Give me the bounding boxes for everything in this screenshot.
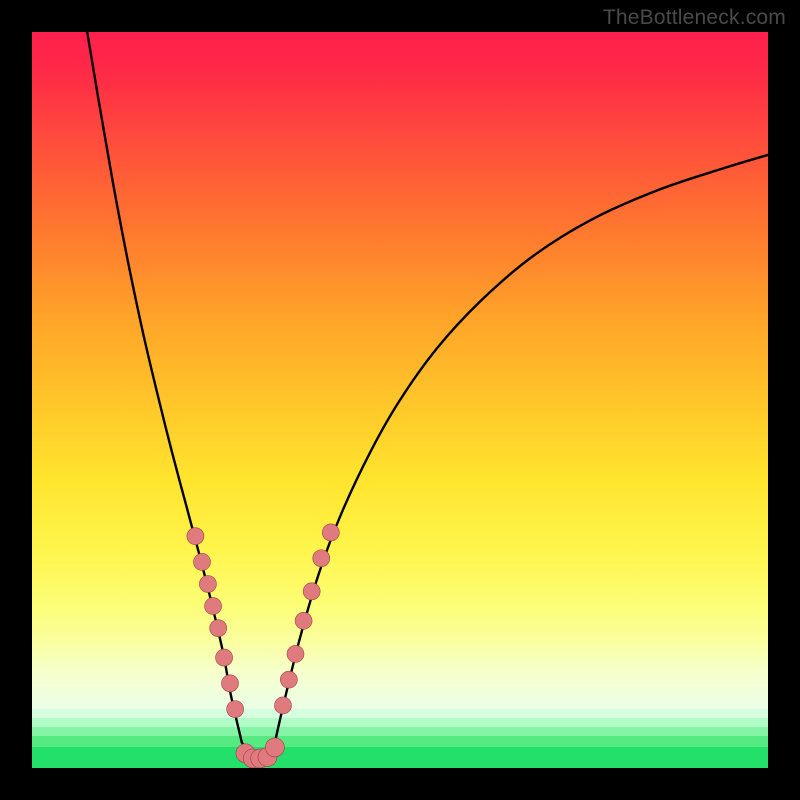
data-dot (216, 649, 233, 666)
data-dot (280, 671, 297, 688)
data-dot (199, 576, 216, 593)
dots-left-cluster (187, 528, 244, 718)
watermark-text: TheBottleneck.com (603, 6, 786, 30)
data-dot (194, 553, 211, 570)
data-dot (295, 612, 312, 629)
data-dot (205, 598, 222, 615)
plot-area (32, 32, 768, 768)
data-dot (221, 675, 238, 692)
data-dot (313, 550, 330, 567)
chart-stage: TheBottleneck.com (0, 0, 800, 800)
data-dot (265, 738, 284, 757)
data-dot (274, 697, 291, 714)
dots-right-cluster (274, 524, 339, 714)
data-dot (322, 524, 339, 541)
dots-floor-cluster (236, 738, 284, 768)
data-dot (287, 645, 304, 662)
data-dot (227, 701, 244, 718)
data-dot (303, 583, 320, 600)
data-dot (187, 528, 204, 545)
data-dot (210, 620, 227, 637)
dots-layer (32, 32, 768, 768)
